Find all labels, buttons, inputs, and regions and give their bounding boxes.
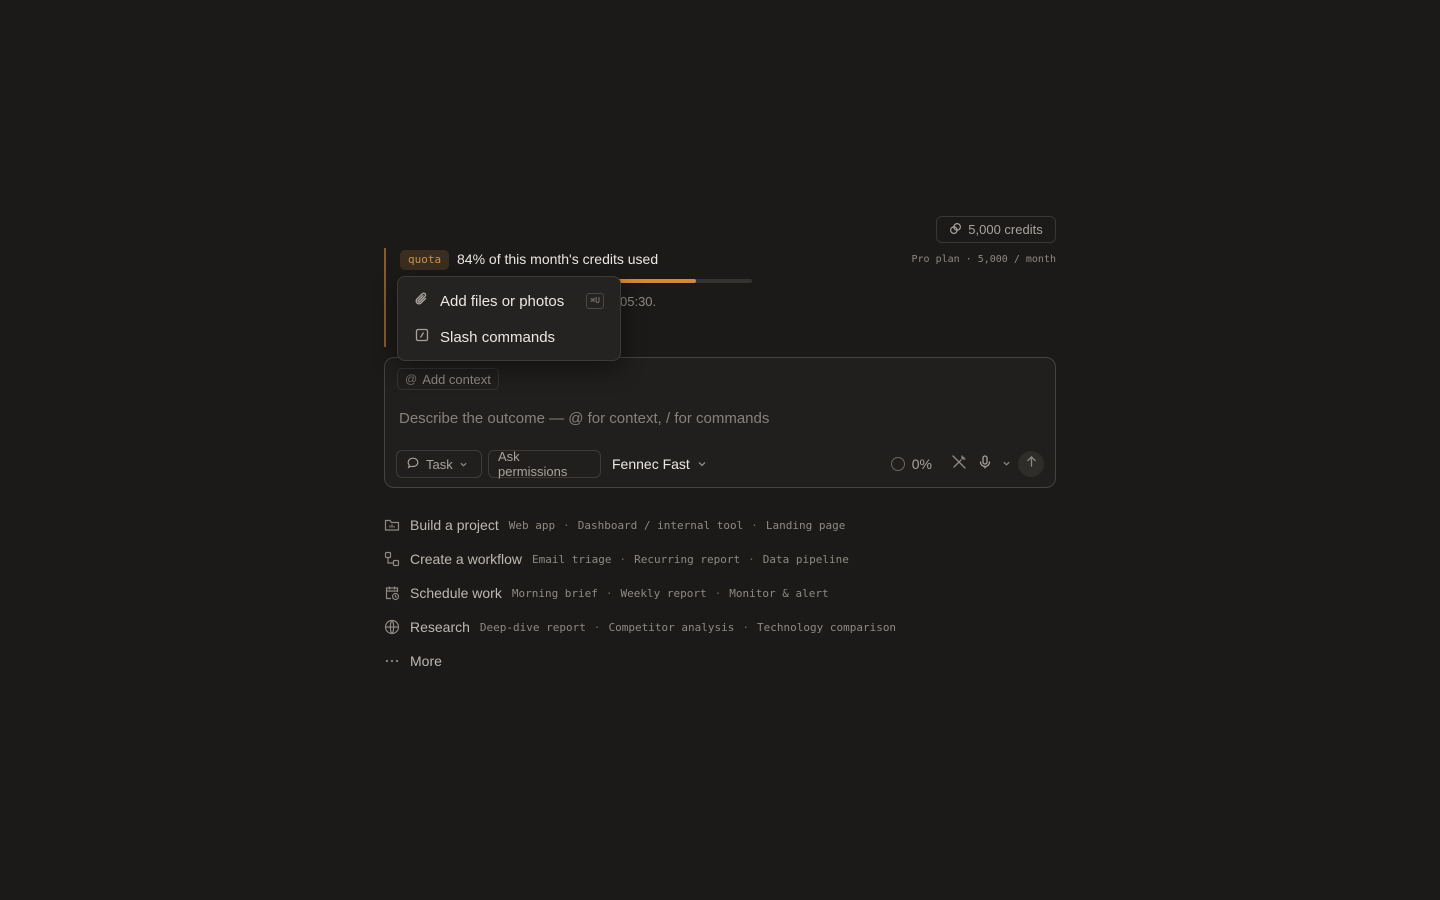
composer-right-tools: 0% — [890, 450, 1044, 478]
separator-dot: · — [751, 518, 758, 532]
shortcut-badge: ⌘U — [586, 293, 604, 309]
chevron-down-icon — [697, 456, 707, 472]
slash-square-icon — [414, 327, 430, 347]
quota-title: 84% of this month's credits used — [457, 251, 659, 267]
microphone-icon — [977, 454, 993, 475]
task-label: Task — [426, 456, 453, 472]
voice-options-button[interactable] — [998, 451, 1014, 477]
separator-dot: · — [563, 518, 570, 532]
suggestion-title: Build a project — [410, 517, 499, 533]
prompt-input[interactable] — [399, 406, 1039, 430]
suggestion-tag[interactable]: Weekly report — [621, 587, 707, 600]
separator-dot: · — [714, 586, 722, 600]
suggestion-title: Create a workflow — [410, 551, 523, 567]
credits-label: 5,000 credits — [968, 222, 1043, 237]
at-icon: @ — [405, 372, 418, 386]
add-context-label: Add context — [422, 371, 491, 387]
magic-wand-button[interactable] — [946, 451, 972, 477]
menu-item-slash-commands[interactable]: Slash commands — [404, 319, 614, 355]
attach-menu: Add files or photos ⌘U Slash commands — [397, 276, 621, 361]
suggestion-tag[interactable]: Morning brief — [512, 587, 598, 600]
suggestion-tag[interactable]: Web app — [509, 519, 555, 532]
model-label: Fennec Fast — [612, 456, 690, 472]
chevron-down-icon — [459, 457, 468, 472]
suggestion-create-workflow[interactable]: Create a workflow Email triage · Recurrin… — [384, 542, 1056, 576]
separator-dot: · — [619, 552, 627, 566]
context-usage-value: 0% — [911, 456, 932, 472]
suggestion-more[interactable]: More — [384, 644, 1056, 678]
separator-dot: · — [742, 620, 749, 634]
suggestion-tag[interactable]: Deep-dive report — [480, 621, 586, 634]
context-usage-indicator: 0% — [890, 456, 932, 472]
suggestion-build-project[interactable]: Build a project Web app · Dashboard / int… — [384, 508, 1056, 542]
microphone-button[interactable] — [972, 451, 998, 477]
separator-dot: · — [605, 586, 613, 600]
arrow-up-icon — [1025, 455, 1038, 473]
task-mode-button[interactable]: Task — [396, 450, 482, 478]
send-button[interactable] — [1018, 451, 1044, 477]
quota-plan: Pro plan · 5,000 / month — [911, 254, 1057, 265]
suggestion-title: Research — [410, 619, 470, 635]
more-icon — [384, 653, 400, 669]
model-selector[interactable]: Fennec Fast — [612, 450, 707, 478]
suggestion-tag[interactable]: Recurring report — [634, 553, 740, 566]
magic-wand-off-icon — [951, 454, 967, 475]
folder-icon — [384, 517, 400, 533]
chevron-down-icon — [1002, 455, 1011, 473]
suggestion-tag[interactable]: Data pipeline — [763, 553, 849, 566]
permissions-label: Ask permissions — [498, 449, 568, 479]
menu-item-label: Slash commands — [440, 328, 556, 346]
chat-bubble-icon — [406, 456, 420, 473]
menu-item-add-files[interactable]: Add files or photos ⌘U — [404, 283, 614, 319]
menu-item-label: Add files or photos — [440, 292, 565, 310]
composer-toolbar: Task Ask permissions Fennec Fast 0% — [396, 449, 1044, 479]
suggestion-list: Build a project Web app · Dashboard / int… — [384, 508, 1056, 678]
separator-dot: · — [748, 552, 755, 566]
calendar-clock-icon — [384, 585, 400, 601]
credits-pill[interactable]: 5,000 credits — [936, 216, 1056, 243]
separator-dot: · — [593, 620, 601, 634]
suggestion-tag[interactable]: Landing page — [766, 519, 845, 532]
suggestion-tag[interactable]: Monitor & alert — [729, 587, 828, 600]
suggestion-tag[interactable]: Dashboard / internal tool — [578, 519, 744, 532]
suggestion-tag[interactable]: Competitor analysis — [609, 621, 735, 634]
suggestion-tag[interactable]: Email triage — [532, 553, 611, 566]
credits-icon — [949, 222, 962, 238]
globe-icon — [384, 619, 400, 635]
suggestion-research[interactable]: Research Deep-dive report · Competitor an… — [384, 610, 1056, 644]
add-context-button[interactable]: @ Add context — [397, 368, 499, 390]
prompt-composer: @ Add context Task Ask permissions Fenne… — [384, 357, 1056, 488]
quota-badge: quota — [400, 250, 450, 270]
paperclip-icon — [414, 291, 430, 311]
ask-permissions-button[interactable]: Ask permissions — [488, 449, 601, 479]
suggestion-title: Schedule work — [410, 585, 502, 601]
quota-reset-text: 05:30. — [620, 294, 657, 309]
suggestion-tag[interactable]: Technology comparison — [757, 621, 896, 634]
suggestion-schedule-work[interactable]: Schedule work Morning brief · Weekly repo… — [384, 576, 1056, 610]
workflow-icon — [384, 551, 400, 567]
progress-ring-icon — [890, 457, 905, 471]
suggestion-title: More — [410, 653, 442, 669]
